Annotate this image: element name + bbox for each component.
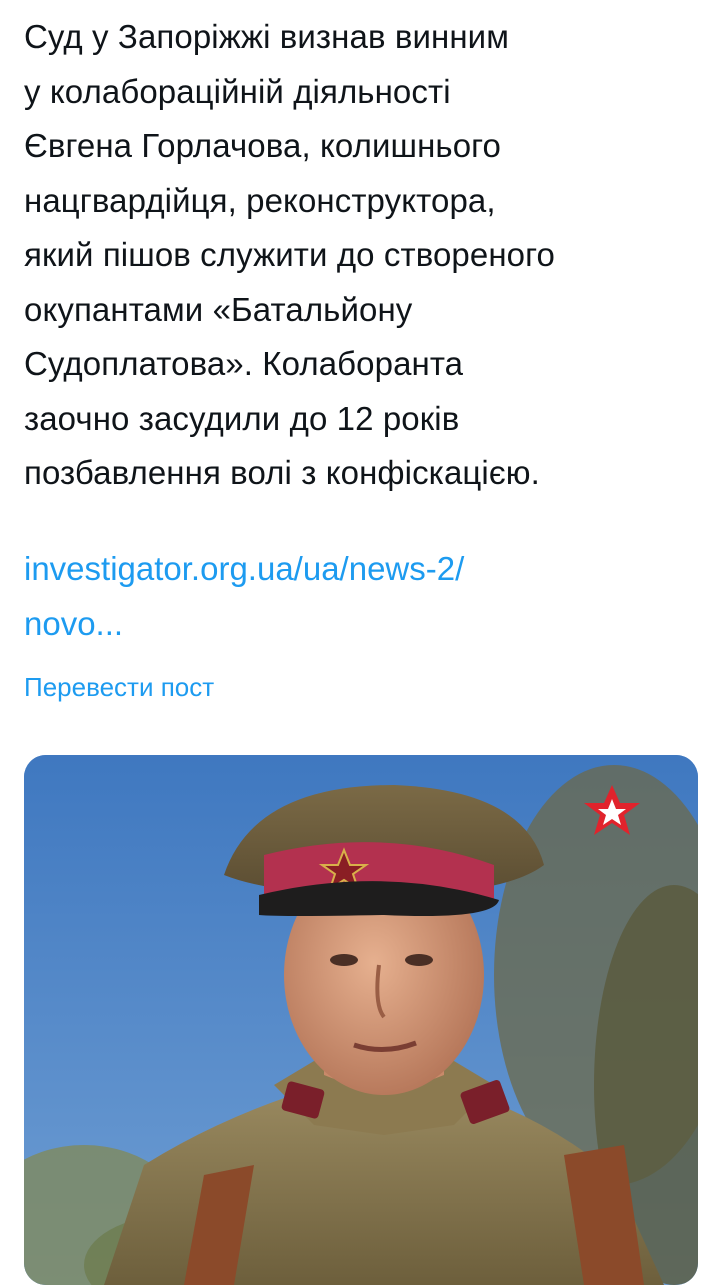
post-text-line: позбавлення волі з конфіскацією. — [24, 454, 540, 491]
article-link-line[interactable]: investigator.org.ua/ua/news-2/ — [24, 542, 464, 597]
article-link[interactable]: investigator.org.ua/ua/news-2/ novo... — [24, 542, 464, 651]
post-text-line: окупантами «Батальйону — [24, 290, 413, 328]
post-text-line: у колабораційній діяльності — [24, 72, 451, 110]
post-text-line: Суд у Запоріжжі визнав винним — [24, 18, 509, 55]
post-text-line: який пішов служити до створеного — [24, 236, 555, 273]
article-link-line[interactable]: novo... — [24, 597, 464, 652]
post-media-photo[interactable] — [24, 755, 698, 1285]
post-text-line: Судоплатова». Колаборанта — [24, 345, 464, 382]
translate-post-button[interactable]: Перевести пост — [24, 670, 214, 704]
photo-man-in-uniform-icon — [24, 755, 698, 1285]
post-text-line: заочно засудили до 12 років — [24, 399, 460, 437]
post-text-line: нацгвардійця, реконструктора, — [24, 181, 496, 219]
post-text: Суд у Запоріжжі визнав винним у колабора… — [24, 10, 704, 501]
post-text-line: Євгена Горлачова, колишнього — [24, 127, 502, 164]
